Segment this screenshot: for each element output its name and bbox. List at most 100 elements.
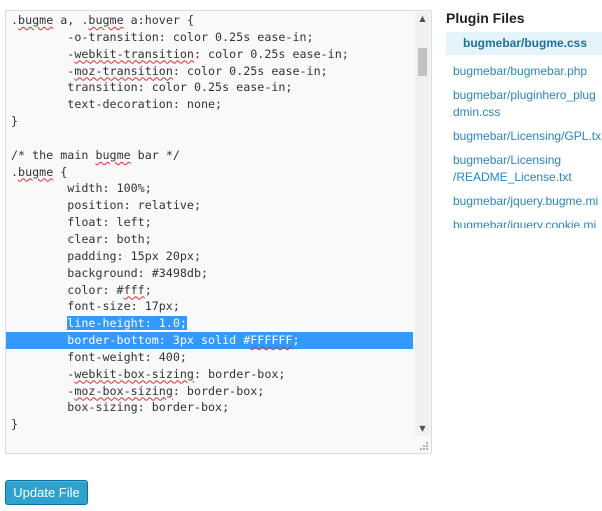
- code-token: text-decoration: none;: [11, 97, 223, 112]
- code-token: .: [11, 13, 19, 27]
- code-line-text: width: 100%;: [11, 181, 152, 196]
- code-line[interactable]: -moz-box-sizing: border-box;: [11, 383, 413, 400]
- code-token: border-bottom: 3px solid #: [11, 333, 251, 348]
- code-line[interactable]: font-weight: 400;: [11, 349, 413, 366]
- code-line[interactable]: }: [11, 113, 413, 130]
- code-line[interactable]: float: left;: [11, 214, 413, 231]
- spellcheck-word: webkit-transition: [74, 46, 194, 61]
- spellcheck-word: fff: [123, 282, 145, 297]
- code-text-area[interactable]: .bugme a, .bugme a:hover { -o-transition…: [6, 12, 413, 450]
- code-line[interactable]: .bugme {: [11, 164, 413, 181]
- file-link-text: bugmebar/Licensing/GPL.tx: [453, 129, 602, 143]
- code-token: width: 100%;: [11, 181, 152, 196]
- code-token: .: [11, 164, 19, 179]
- code-token: a, .: [53, 13, 89, 27]
- code-token: padding: 15px 20px;: [11, 248, 201, 263]
- file-link-text: dmin.css: [453, 105, 501, 119]
- file-link-text: bugmebar/bugme.css: [463, 36, 588, 50]
- code-line[interactable]: border-bottom: 3px solid #FFFFFF;: [6, 332, 413, 349]
- file-link[interactable]: bugmebar/Licensing/GPL.tx: [446, 126, 602, 147]
- selected-text: line-height: 1.0;: [67, 316, 187, 331]
- code-line-text: }: [11, 417, 18, 431]
- editor-scrollbar[interactable]: ▲ ▼: [415, 12, 430, 436]
- code-line[interactable]: -webkit-box-sizing: border-box;: [11, 366, 413, 383]
- code-line[interactable]: [11, 130, 413, 147]
- code-token: clear: both;: [11, 231, 152, 246]
- code-token: float: left;: [11, 215, 152, 230]
- code-line-text: transition: color 0.25s ease-in;: [11, 80, 292, 94]
- code-line[interactable]: transition: color 0.25s ease-in;: [11, 79, 413, 96]
- code-line[interactable]: }: [11, 416, 413, 433]
- code-token: -: [11, 63, 75, 78]
- file-link[interactable]: bugmebar/pluginhero_plug dmin.css: [446, 85, 602, 123]
- code-token: }: [11, 114, 19, 129]
- spellcheck-word: bugme: [18, 164, 54, 179]
- file-link-active[interactable]: bugmebar/bugme.css: [446, 32, 602, 55]
- code-token: bar */: [130, 147, 180, 162]
- code-line-text: -webkit-box-sizing: border-box;: [11, 367, 285, 381]
- code-line-text: -moz-box-sizing: border-box;: [11, 384, 264, 398]
- file-link[interactable]: bugmebar/jquery.cookie.mi: [446, 215, 602, 228]
- code-line-text: text-decoration: none;: [11, 97, 222, 111]
- code-token: box-sizing: border-box;: [11, 400, 230, 415]
- spellcheck-word: moz-transition: [74, 63, 173, 78]
- code-line-text: background: #3498db;: [11, 266, 208, 280]
- plugin-files-title: Plugin Files: [446, 10, 525, 26]
- spellcheck-word: FFFFFF: [250, 333, 293, 348]
- code-token: : border-box;: [193, 366, 286, 381]
- code-line[interactable]: -moz-transition: color 0.25s ease-in;: [11, 63, 413, 80]
- code-token: -o-transition: color 0.25s ease-in;: [11, 29, 314, 44]
- code-line[interactable]: -webkit-transition: color 0.25s ease-in;: [11, 46, 413, 63]
- code-line[interactable]: width: 100%;: [11, 180, 413, 197]
- scroll-up-icon[interactable]: ▲: [415, 12, 430, 26]
- file-link-text: /README_License.txt: [453, 170, 572, 184]
- code-line[interactable]: padding: 15px 20px;: [11, 248, 413, 265]
- code-editor[interactable]: .bugme a, .bugme a:hover { -o-transition…: [5, 10, 432, 454]
- plugin-file-list: bugmebar/bugme.css bugmebar/bugmebar.php b…: [446, 32, 602, 228]
- file-link[interactable]: bugmebar/bugmebar.php: [446, 61, 602, 82]
- file-link[interactable]: bugmebar/jquery.bugme.mi: [446, 191, 602, 212]
- code-token: -: [11, 46, 75, 61]
- code-line-text: -webkit-transition: color 0.25s ease-in;: [11, 47, 349, 61]
- code-line[interactable]: color: #fff;: [11, 282, 413, 299]
- code-token: : color 0.25s ease-in;: [193, 46, 349, 61]
- scroll-thumb[interactable]: [418, 48, 427, 76]
- code-line-text: font-size: 17px;: [11, 299, 180, 313]
- code-token: position: relative;: [11, 198, 201, 213]
- theme-editor-screen: .bugme a, .bugme a:hover { -o-transition…: [0, 0, 602, 511]
- code-line-text: .bugme a, .bugme a:hover {: [11, 13, 194, 27]
- code-line[interactable]: text-decoration: none;: [11, 96, 413, 113]
- plugin-files-panel: Plugin Files bugmebar/bugme.css bugmebar/…: [446, 8, 602, 228]
- code-token: -: [11, 366, 75, 381]
- update-file-button[interactable]: Update File: [5, 480, 88, 505]
- code-line-text: border-bottom: 3px solid #FFFFFF;: [11, 333, 300, 348]
- code-token: font-size: 17px;: [11, 299, 180, 314]
- file-link[interactable]: bugmebar/Licensing/README_License.txt: [446, 150, 602, 188]
- code-line[interactable]: position: relative;: [11, 197, 413, 214]
- file-link-text: bugmebar/bugmebar.php: [453, 64, 588, 78]
- code-line-text: -moz-transition: color 0.25s ease-in;: [11, 63, 327, 78]
- scroll-down-icon[interactable]: ▼: [415, 422, 430, 436]
- spellcheck-word: bugme: [18, 13, 54, 27]
- spellcheck-word: bugme: [88, 13, 124, 27]
- code-line[interactable]: line-height: 1.0;: [11, 315, 413, 332]
- code-line[interactable]: box-sizing: border-box;: [11, 399, 413, 416]
- code-line[interactable]: /* the main bugme bar */: [11, 147, 413, 164]
- code-line-text: .bugme {: [11, 165, 67, 179]
- code-line-text: }: [11, 114, 18, 128]
- code-line[interactable]: -o-transition: color 0.25s ease-in;: [11, 29, 413, 46]
- code-line-text: /* the main bugme bar */: [11, 148, 180, 162]
- file-link-text: bugmebar/jquery.cookie.mi: [453, 218, 597, 228]
- code-line[interactable]: [11, 433, 413, 450]
- code-token: -: [11, 383, 75, 398]
- code-line[interactable]: .bugme a, .bugme a:hover {: [11, 12, 413, 29]
- code-line-text: font-weight: 400;: [11, 350, 187, 364]
- spellcheck-word: moz-box-sizing: [74, 383, 173, 398]
- code-token: {: [53, 164, 68, 179]
- code-line[interactable]: background: #3498db;: [11, 265, 413, 282]
- code-token: ;: [292, 333, 300, 348]
- resize-grip-icon[interactable]: [418, 440, 429, 451]
- code-line[interactable]: clear: both;: [11, 231, 413, 248]
- code-line[interactable]: font-size: 17px;: [11, 298, 413, 315]
- file-link-text: bugmebar/jquery.bugme.mi: [453, 194, 599, 208]
